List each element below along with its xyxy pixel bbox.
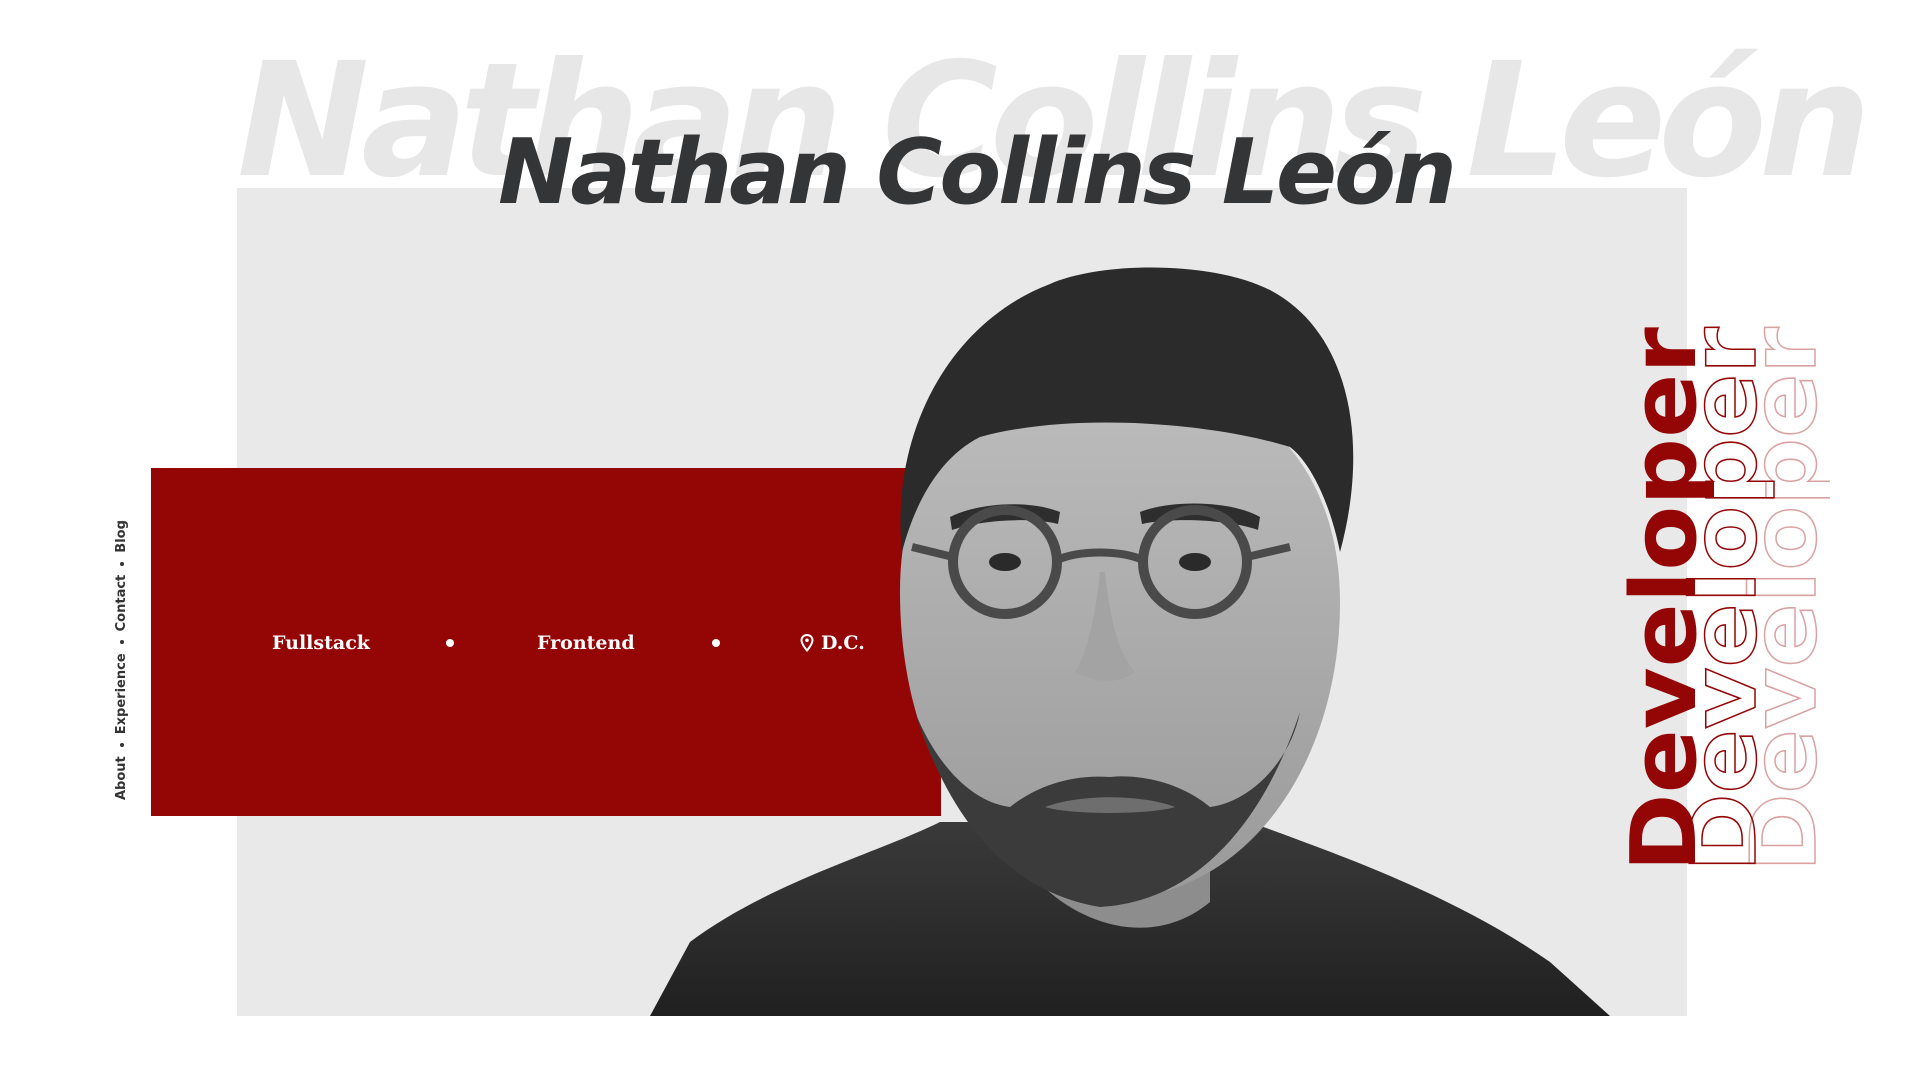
nav-link-experience[interactable]: Experience — [114, 653, 129, 734]
tag-separator-dot — [446, 639, 454, 647]
nav-separator-dot — [119, 743, 124, 748]
vertical-nav: About Experience Contact Blog — [114, 520, 129, 800]
profile-portrait-image — [650, 267, 1610, 1016]
nav-link-about[interactable]: About — [114, 756, 129, 800]
page-title: Nathan Collins León — [498, 120, 1457, 225]
nav-link-blog[interactable]: Blog — [114, 520, 129, 553]
hero-section: Nathan Collins León Nathan Collins León … — [0, 0, 1913, 1086]
developer-role-stack: Developer Developer Developer — [1612, 326, 1830, 872]
nav-separator-dot — [119, 640, 124, 645]
nav-link-contact[interactable]: Contact — [114, 575, 129, 632]
tag-frontend: Frontend — [537, 632, 635, 654]
nav-separator-dot — [119, 561, 124, 566]
role-word-solid: Developer — [1612, 326, 1717, 872]
tag-fullstack: Fullstack — [272, 632, 370, 654]
